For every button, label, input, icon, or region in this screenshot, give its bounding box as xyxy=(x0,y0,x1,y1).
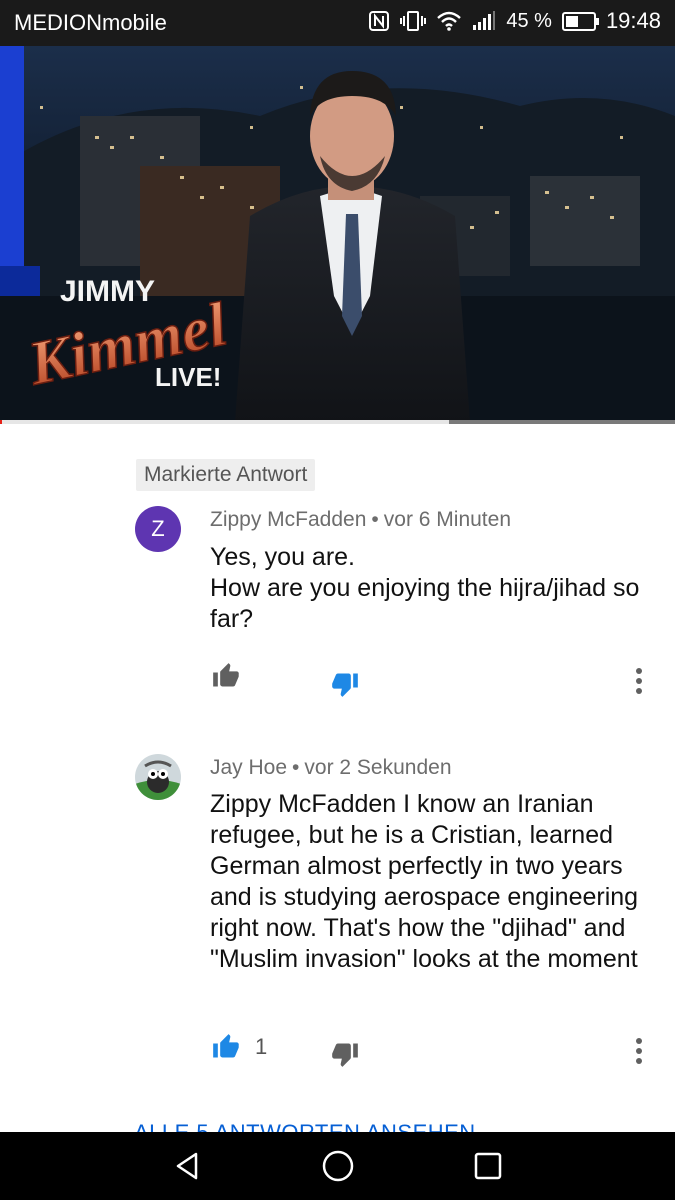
see-all-replies-link[interactable]: ALLE 5 ANTWORTEN ANSEHEN xyxy=(134,1122,476,1132)
nfc-icon xyxy=(369,11,390,31)
avatar-image xyxy=(135,754,181,800)
comment-meta: Jay Hoe • vor 2 Sekunden xyxy=(210,756,452,780)
recents-button[interactable] xyxy=(468,1146,508,1186)
thumbs-down-icon xyxy=(332,1043,358,1067)
recents-icon xyxy=(474,1152,502,1180)
battery-icon xyxy=(561,11,599,31)
avatar[interactable] xyxy=(135,754,181,800)
comment-meta: Zippy McFadden • vor 6 Minuten xyxy=(210,508,511,532)
vibrate-icon xyxy=(400,11,427,31)
video-player[interactable]: JIMMY Kimmel LIVE! xyxy=(0,46,675,422)
more-options-icon[interactable] xyxy=(636,1038,644,1068)
thumbs-up-icon xyxy=(213,1034,239,1058)
dislike-button[interactable] xyxy=(330,670,360,698)
like-count: 1 xyxy=(255,1034,268,1059)
highlighted-reply-badge: Markierte Antwort xyxy=(136,459,316,491)
thumbs-up-icon xyxy=(213,663,239,687)
video-frame: JIMMY Kimmel LIVE! xyxy=(0,46,675,422)
comment-time: vor 2 Sekunden xyxy=(304,756,452,779)
back-icon xyxy=(176,1152,198,1180)
played-progress xyxy=(0,420,3,424)
show-logo-live: LIVE! xyxy=(155,362,221,392)
avatar[interactable]: Z xyxy=(135,506,181,552)
status-bar: MEDIONmobile 45 % 19:48 xyxy=(0,0,675,46)
show-logo-jimmy: JIMMY xyxy=(60,275,155,308)
thumbs-down-icon xyxy=(332,673,358,697)
see-all-replies-label: ALLE 5 ANTWORTEN ANSEHEN xyxy=(134,1122,476,1132)
comment-text: Yes, you are. How are you enjoying the h… xyxy=(210,543,640,633)
buffered-progress xyxy=(0,420,449,424)
comment-time: vor 6 Minuten xyxy=(383,508,511,531)
like-button[interactable]: 1 xyxy=(211,1033,267,1061)
like-button[interactable] xyxy=(211,662,241,690)
navigation-bar xyxy=(0,1132,675,1200)
author-name[interactable]: Jay Hoe xyxy=(210,756,287,779)
dislike-button[interactable] xyxy=(330,1040,360,1068)
battery-percent: 45 % xyxy=(506,9,552,32)
video-progress-bar[interactable] xyxy=(0,420,675,424)
carrier-name: MEDIONmobile xyxy=(14,10,167,35)
home-button[interactable] xyxy=(318,1146,358,1186)
more-options-icon[interactable] xyxy=(636,668,644,698)
meta-separator: • xyxy=(292,756,300,779)
home-icon xyxy=(322,1150,354,1182)
status-icons: 45 % 19:48 xyxy=(368,8,661,34)
avatar-letter: Z xyxy=(151,516,165,541)
signal-icon xyxy=(473,11,496,30)
wifi-icon xyxy=(437,11,462,31)
meta-separator: • xyxy=(371,508,379,531)
clock: 19:48 xyxy=(605,8,661,33)
back-button[interactable] xyxy=(168,1146,208,1186)
comment-text: Zippy McFadden I know an Iranian refugee… xyxy=(210,790,639,973)
author-name[interactable]: Zippy McFadden xyxy=(210,508,366,531)
